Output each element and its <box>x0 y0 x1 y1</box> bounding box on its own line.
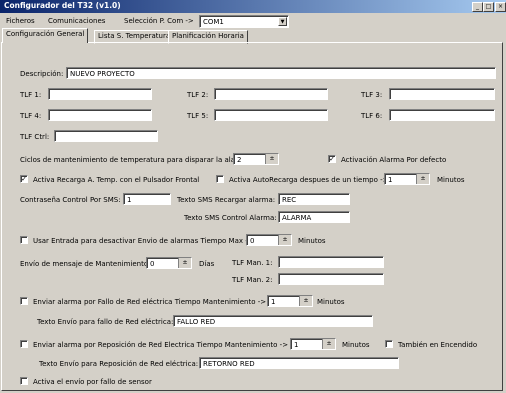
window-title: Configurador del T32 (v1.0) <box>4 1 121 10</box>
contrasena-field[interactable]: 1 <box>123 193 171 205</box>
recarga-label: Activa Recarga A. Temp. con el Pulsador … <box>33 176 200 184</box>
title-bar: Configurador del T32 (v1.0) _ □ × <box>0 0 506 13</box>
tlf4-field[interactable] <box>48 109 152 121</box>
dias-label: Días <box>199 260 215 268</box>
spin-arrows-icon[interactable]: ± <box>265 154 278 164</box>
ciclos-value: 2 <box>237 156 242 164</box>
mantenimiento-label: Envío de mensaje de Mantenimiento: <box>20 260 151 268</box>
fallo-red-value: 1 <box>271 298 276 306</box>
tlf5-field[interactable] <box>214 109 328 121</box>
tlf6-field[interactable] <box>389 109 495 121</box>
spin-arrows-icon[interactable]: ± <box>416 174 429 184</box>
tlf-ctrl-label: TLF Ctrl: <box>20 133 50 141</box>
tlf-man1-field[interactable] <box>278 256 384 268</box>
menu-comunicaciones[interactable]: Comunicaciones <box>48 17 105 25</box>
menu-bar: Ficheros Comunicaciones Selección P. Com… <box>0 14 506 28</box>
spin-arrows-icon[interactable]: ± <box>278 235 291 245</box>
contrasena-label: Contraseña Control Por SMS: <box>20 196 121 204</box>
sms-recargar-field[interactable]: REC <box>278 193 350 205</box>
fallo-texto-field[interactable]: FALLO RED <box>173 315 373 327</box>
fallo-red-label: Enviar alarma por Fallo de Red eléctrica… <box>33 298 267 306</box>
chevron-down-icon[interactable]: ▼ <box>278 17 287 26</box>
tlf1-label: TLF 1: <box>20 91 42 99</box>
reposicion-label: Enviar alarma por Reposición de Red Elec… <box>33 341 289 349</box>
activacion-checkbox[interactable]: ✓ <box>328 155 336 163</box>
tlf3-label: TLF 3: <box>361 91 383 99</box>
encendido-checkbox[interactable] <box>385 340 393 348</box>
ciclos-label: Ciclos de mantenimiento de temperatura p… <box>20 156 252 164</box>
entrada-label: Usar Entrada para desactivar Envio de al… <box>33 237 254 245</box>
mantenimiento-spinner[interactable]: 0 ± <box>146 257 192 269</box>
ciclos-spinner[interactable]: 2 ± <box>233 153 279 165</box>
activacion-label: Activación Alarma Por defecto <box>341 156 447 164</box>
tlf6-label: TLF 6: <box>361 112 383 120</box>
maximize-button[interactable]: □ <box>483 2 494 12</box>
sms-recargar-value: REC <box>282 196 297 204</box>
entrada-checkbox[interactable] <box>20 236 28 244</box>
autorecarga-minutos: Minutos <box>437 176 465 184</box>
com-port-value: COM1 <box>203 18 224 26</box>
contrasena-value: 1 <box>127 196 132 204</box>
tlf1-field[interactable] <box>48 88 152 100</box>
sms-recargar-label: Texto SMS Recargar alarma: <box>177 196 276 204</box>
fallo-texto-label: Texto Envío para fallo de Red eléctrica: <box>37 318 174 326</box>
spin-arrows-icon[interactable]: ± <box>322 339 335 349</box>
tlf2-field[interactable] <box>214 88 328 100</box>
mantenimiento-value: 0 <box>150 260 155 268</box>
tlf3-field[interactable] <box>389 88 495 100</box>
fallo-red-minutos: Minutos <box>317 298 345 306</box>
autorecarga-spinner[interactable]: 1 ± <box>384 173 430 185</box>
tlf-man2-label: TLF Man. 2: <box>232 276 273 284</box>
tlf5-label: TLF 5: <box>187 112 209 120</box>
entrada-value: 0 <box>250 237 255 245</box>
sensor-label: Activa el envío por fallo de sensor <box>33 378 152 386</box>
recarga-checkbox[interactable]: ✓ <box>20 175 28 183</box>
entrada-minutos: Minutos <box>298 237 326 245</box>
menu-seleccion-com[interactable]: Selección P. Com -> <box>124 17 194 25</box>
spin-arrows-icon[interactable]: ± <box>299 296 312 306</box>
reposicion-checkbox[interactable] <box>20 340 28 348</box>
sms-control-value: ALARMA <box>282 214 312 222</box>
descripcion-value: NUEVO PROYECTO <box>70 70 135 78</box>
sensor-checkbox[interactable] <box>20 377 28 385</box>
autorecarga-checkbox[interactable] <box>216 175 224 183</box>
reposicion-texto-field[interactable]: RETORNO RED <box>199 357 399 369</box>
tlf-man1-label: TLF Man. 1: <box>232 259 273 267</box>
reposicion-value: 1 <box>294 341 299 349</box>
encendido-label: También en Encendido <box>398 341 478 349</box>
fallo-red-checkbox[interactable] <box>20 297 28 305</box>
entrada-spinner[interactable]: 0 ± <box>246 234 292 246</box>
tlf-ctrl-field[interactable] <box>54 130 158 142</box>
autorecarga-value: 1 <box>388 176 393 184</box>
autorecarga-label: Activa AutoRecarga despues de un tiempo … <box>229 176 389 184</box>
close-button[interactable]: × <box>495 2 506 12</box>
descripcion-label: Descripción: <box>20 70 64 78</box>
com-port-select[interactable]: COM1 ▼ <box>199 15 289 28</box>
reposicion-texto-value: RETORNO RED <box>203 360 255 368</box>
fallo-red-spinner[interactable]: 1 ± <box>267 295 313 307</box>
menu-ficheros[interactable]: Ficheros <box>6 17 35 25</box>
tab-configuracion-general[interactable]: Configuración General <box>2 28 89 43</box>
tlf4-label: TLF 4: <box>20 112 42 120</box>
tlf2-label: TLF 2: <box>187 91 209 99</box>
minimize-button[interactable]: _ <box>472 2 483 12</box>
reposicion-minutos: Minutos <box>342 341 370 349</box>
reposicion-texto-label: Texto Envío para Reposición de Red eléct… <box>39 360 199 368</box>
fallo-texto-value: FALLO RED <box>177 318 216 326</box>
sms-control-field[interactable]: ALARMA <box>278 211 350 223</box>
sms-control-label: Texto SMS Control Alarma: <box>184 214 277 222</box>
tlf-man2-field[interactable] <box>278 273 384 285</box>
reposicion-spinner[interactable]: 1 ± <box>290 338 336 350</box>
descripcion-field[interactable]: NUEVO PROYECTO <box>66 67 496 79</box>
spin-arrows-icon[interactable]: ± <box>178 258 191 268</box>
